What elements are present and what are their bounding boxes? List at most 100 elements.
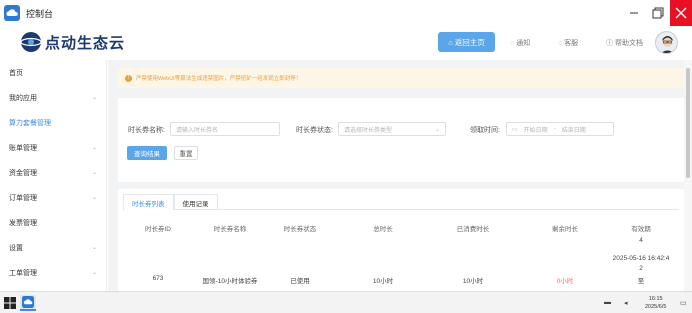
main-content: ! 严禁使用WebUI等算法生成违禁图片，严禁挖矿一经发现立即封停！ 时长券名称… (108, 60, 692, 291)
sidebar-item-tickets[interactable]: 工单管理 ⌄ (0, 260, 106, 285)
taskbar-clock[interactable]: 16:15 2025/6/5 (645, 295, 666, 311)
coupon-status-cell: 已使用 (290, 278, 310, 285)
return-home-button[interactable]: ⌂ 返回主页 (438, 32, 495, 52)
speaker-icon[interactable]: ◂ (624, 299, 628, 307)
network-icon[interactable]: ▬ (604, 299, 611, 306)
avatar[interactable] (655, 31, 678, 54)
clock-time: 16:15 (648, 296, 663, 302)
sidebar-item-orders[interactable]: 订单管理 ⌄ (0, 185, 106, 210)
sidebar-item-settings[interactable]: 设置 ⌄ (0, 235, 106, 260)
customer-service-link[interactable]: ◌ 客服 (558, 38, 578, 48)
start-date-placeholder: 开始日期 (523, 127, 548, 134)
column-header: 总时长 (373, 226, 393, 233)
main-scrollbar[interactable] (684, 60, 692, 291)
restore-icon (652, 7, 664, 19)
range-separator: - (553, 126, 556, 132)
coupon-status-select[interactable]: 请选择时长券类型 ⌄ (338, 122, 446, 136)
coupon-name-placeholder: 请输入时长券名 (176, 127, 219, 134)
chevron-down-icon: ⌄ (91, 170, 97, 176)
coupon-table-panel: 时长券列表 使用记录 时长券ID 时长券名称 时长券状态 总时长 已消费时长 剩… (118, 189, 684, 291)
remaining-duration-cell: 0小时 (556, 278, 574, 285)
help-docs-link[interactable]: ⓘ 帮助文档 (606, 38, 643, 48)
chevron-down-icon: ⌄ (434, 126, 440, 133)
sidebar-item-label: 我的应用 (9, 94, 37, 102)
close-icon (675, 7, 687, 19)
column-header: 时长券状态 (283, 226, 317, 233)
used-duration-cell: 10小时 (462, 278, 484, 285)
sidebar-item-label: 订单管理 (9, 194, 37, 202)
coupon-name-input[interactable]: 请输入时长券名 (170, 122, 280, 136)
column-header: 已消费时长 (456, 226, 490, 233)
sidebar-item-home[interactable]: 首页 (0, 60, 106, 85)
column-header: 有效期 (631, 226, 651, 233)
coupon-status-label: 时长券状态: (296, 127, 333, 134)
minimize-icon (630, 12, 638, 14)
tab-coupon-list[interactable]: 时长券列表 (123, 194, 174, 210)
warning-notice: ! 严禁使用WebUI等算法生成违禁图片，严禁挖矿一经发现立即封停！ (118, 68, 684, 88)
user-avatar-icon (656, 32, 677, 53)
coupon-id-cell: 673 (152, 275, 164, 282)
maximize-button[interactable] (646, 0, 670, 26)
chevron-down-icon: ⌄ (91, 245, 97, 251)
help-icon: ⓘ (606, 40, 613, 47)
brand-mark-icon (20, 32, 42, 52)
filter-panel: 时长券名称: 请输入时长券名 时长券状态: 请选择时长券类型 ⌄ 领取时间: ▭… (118, 98, 684, 182)
chevron-down-icon: ⌄ (91, 145, 97, 151)
window-titlebar: 控制台 (0, 0, 692, 26)
taskbar-app-button[interactable] (20, 295, 36, 311)
claim-date-range-picker[interactable]: ▭ 开始日期 - 结束日期 (506, 122, 614, 136)
search-button[interactable]: 查询结果 (127, 146, 167, 160)
chevron-down-icon: ⌄ (91, 270, 97, 276)
cloud-app-icon (22, 296, 34, 308)
sidebar-item-label: 发票管理 (9, 219, 37, 227)
total-duration-cell: 10小时 (372, 278, 394, 285)
close-button[interactable] (670, 0, 692, 26)
scrollbar-thumb[interactable] (686, 68, 690, 178)
window-title: 控制台 (26, 8, 54, 19)
customer-service-label: 客服 (564, 40, 579, 47)
sidebar-item-label: 首页 (9, 69, 23, 77)
sidebar-item-label: 设置 (9, 244, 23, 252)
notice-text: 严禁使用WebUI等算法生成违禁图片，严禁挖矿一经发现立即封停！ (136, 76, 302, 82)
sidebar-item-compute-packages[interactable]: 算力套餐管理 (0, 110, 106, 135)
sidebar-item-funds[interactable]: 资金管理 ⌄ (0, 160, 106, 185)
claim-time-label: 领取时间: (470, 127, 500, 134)
reset-button[interactable]: 重置 (174, 146, 198, 160)
calendar-icon: ▭ (512, 126, 518, 133)
sidebar-item-my-apps[interactable]: 我的应用 ⌄ (0, 85, 106, 110)
clock-date: 2025/6/5 (645, 304, 667, 310)
sidebar-item-label: 资金管理 (9, 169, 37, 177)
sidebar-item-label: 账单管理 (9, 144, 37, 152)
top-header: 点动生态云 ⌂ 返回主页 ◌ 通知 ◌ 客服 ⓘ 帮助文档 (0, 26, 692, 60)
validity-line: 至 (637, 278, 645, 285)
column-header: 时长券名称 (213, 226, 247, 233)
column-header: 时长券ID (145, 226, 171, 233)
os-taskbar: ▬ ◂ 16:15 2025/6/5 ▭ (0, 291, 692, 313)
warning-icon: ! (125, 74, 132, 82)
chevron-down-icon: ⌄ (91, 95, 97, 101)
window-controls (622, 0, 692, 26)
help-docs-label: 帮助文档 (615, 40, 643, 47)
validity-header-overflow: 4 (639, 237, 643, 244)
tab-usage-records[interactable]: 使用记录 (173, 194, 218, 210)
sidebar: 首页 我的应用 ⌄ 算力套餐管理 账单管理 ⌄ 资金管理 ⌄ 订单管理 ⌄ 发票管理 设… (0, 60, 107, 291)
sidebar-item-billing[interactable]: 账单管理 ⌄ (0, 135, 106, 160)
sidebar-item-invoices[interactable]: 发票管理 (0, 210, 106, 235)
end-date-placeholder: 结束日期 (561, 127, 586, 134)
headset-icon: ◌ (558, 39, 563, 47)
notifications-link[interactable]: ◌ 通知 (510, 38, 530, 48)
minimize-button[interactable] (622, 0, 646, 26)
validity-line: 2025-05-16 16:42:4 (612, 255, 670, 262)
coupon-status-placeholder: 请选择时长券类型 (344, 127, 393, 134)
validity-line: 2 (639, 265, 643, 272)
column-header: 剩余时长 (552, 226, 578, 233)
brand-name: 点动生态云 (45, 34, 126, 52)
sidebar-item-label: 工单管理 (9, 269, 37, 277)
cloud-app-icon (4, 5, 20, 21)
brand-logo[interactable]: 点动生态云 (20, 31, 125, 53)
bell-icon: ◌ (510, 39, 515, 47)
tab-bar: 时长券列表 使用记录 (123, 194, 679, 210)
windows-start-icon[interactable] (4, 297, 16, 309)
home-icon: ⌂ (448, 37, 453, 47)
notification-center-icon[interactable]: ▭ (680, 299, 687, 307)
